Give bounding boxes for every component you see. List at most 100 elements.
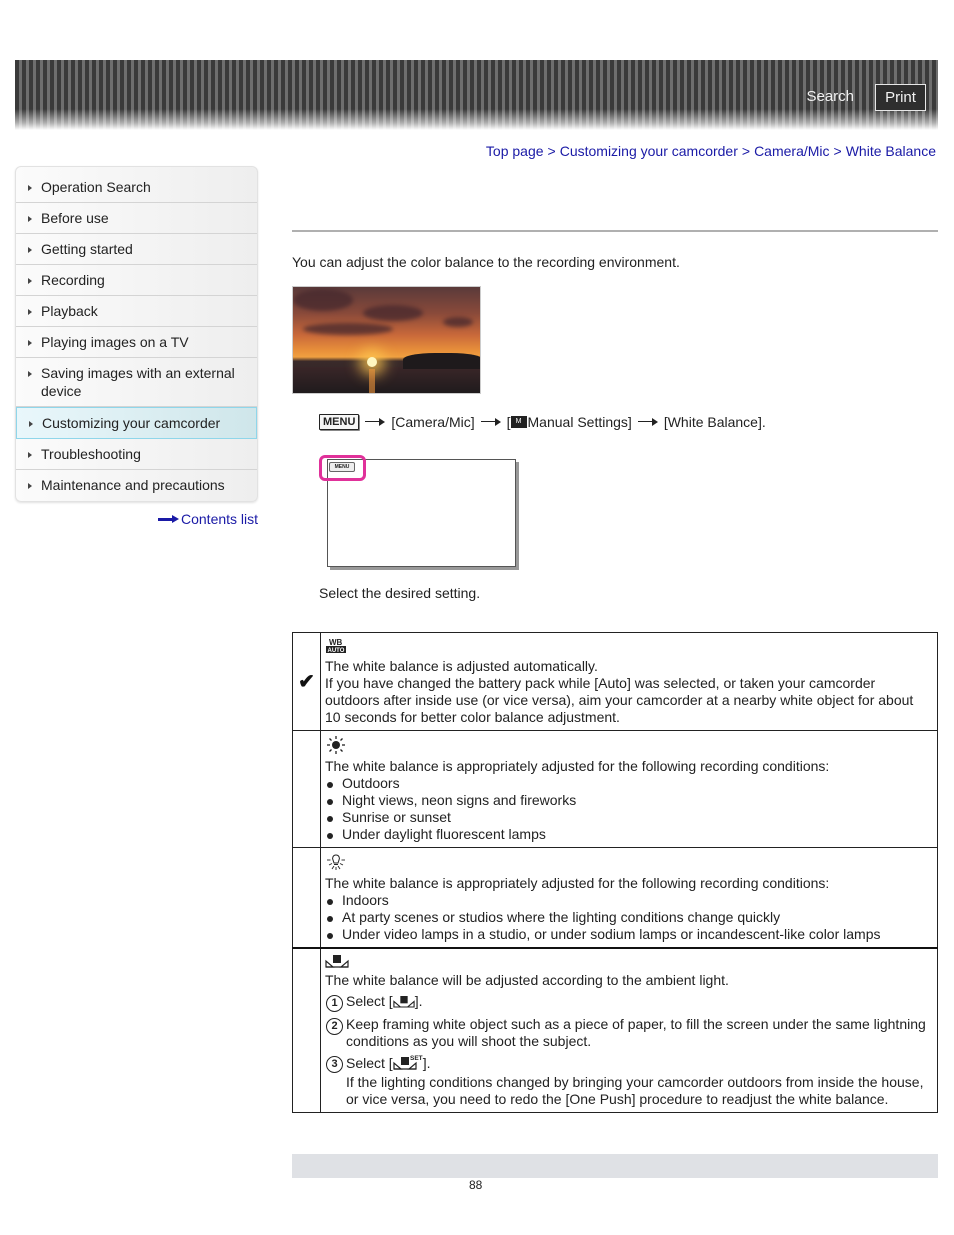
step-number-icon: 2 <box>326 1018 343 1035</box>
cloud-shape <box>363 305 423 321</box>
triangle-right-icon <box>28 483 32 489</box>
sidebar-item-saving-images[interactable]: Saving images with an external device <box>16 358 257 407</box>
step-number-icon: 3 <box>326 1056 343 1073</box>
sidebar-item-playing-images-tv[interactable]: Playing images on a TV <box>16 327 257 358</box>
step-text: ]. <box>422 1055 431 1071</box>
sidebar-item-operation-search[interactable]: Operation Search <box>16 167 257 203</box>
lcd-screen-diagram: MENU <box>319 455 519 570</box>
triangle-right-icon <box>28 371 32 377</box>
sea-shape <box>293 367 480 393</box>
condition-item: Under daylight fluorescent lamps <box>325 826 931 843</box>
setting-note: If you have changed the battery pack whi… <box>325 675 914 725</box>
setting-content: The white balance is appropriately adjus… <box>320 847 938 949</box>
selected-mark-cell <box>292 847 321 949</box>
svg-text:WB: WB <box>329 638 343 647</box>
breadcrumb-separator: > <box>547 143 556 159</box>
indoor-bulb-icon <box>325 853 347 871</box>
select-instruction: Select the desired setting. <box>319 585 481 601</box>
contents-list-link[interactable]: Contents list <box>158 511 258 527</box>
page-header: Search Print <box>15 60 938 130</box>
island-silhouette <box>403 353 480 369</box>
one-push-set-icon: SET <box>393 1054 423 1074</box>
breadcrumb-separator: > <box>741 143 751 159</box>
svg-text:SET: SET <box>410 1055 423 1062</box>
breadcrumb-separator: > <box>833 143 842 159</box>
menu-button-icon: MENU <box>319 414 360 430</box>
title-divider <box>292 230 938 232</box>
arrow-right-icon <box>637 418 658 426</box>
step-text: Keep framing white object such as a piec… <box>346 1016 926 1049</box>
arrow-right-icon <box>365 418 386 426</box>
print-button[interactable]: Print <box>875 84 926 111</box>
sidebar-item-playback[interactable]: Playback <box>16 296 257 327</box>
intro-text: You can adjust the color balance to the … <box>292 254 680 270</box>
setting-content: The white balance will be adjusted accor… <box>320 947 938 1113</box>
sidebar-item-customizing[interactable]: Customizing your camcorder <box>16 407 257 439</box>
triangle-right-icon <box>28 452 32 458</box>
breadcrumb-white-balance[interactable]: White Balance <box>846 143 936 159</box>
manual-settings-icon: M <box>510 416 527 428</box>
sidebar-item-label: Customizing your camcorder <box>42 415 221 431</box>
condition-item: Outdoors <box>325 775 931 792</box>
sun-shape <box>367 357 377 367</box>
breadcrumb-customizing[interactable]: Customizing your camcorder <box>560 143 738 159</box>
one-push-icon <box>325 954 349 968</box>
triangle-right-icon <box>28 185 32 191</box>
triangle-right-icon <box>28 247 32 253</box>
footer-bar <box>292 1154 938 1178</box>
setting-description: The white balance is appropriately adjus… <box>325 758 830 774</box>
condition-item: Under video lamps in a studio, or under … <box>325 926 931 943</box>
triangle-right-icon <box>28 278 32 284</box>
condition-item: Night views, neon signs and fireworks <box>325 792 931 809</box>
arrow-right-icon <box>158 514 180 524</box>
conditions-list: Outdoors Night views, neon signs and fir… <box>325 775 931 843</box>
breadcrumb-top-page[interactable]: Top page <box>486 143 544 159</box>
page-number: 88 <box>469 1178 483 1192</box>
procedure-step-3: 3 Select [ SET]. If the lighting conditio… <box>325 1054 931 1108</box>
setting-row-one-push: The white balance will be adjusted accor… <box>292 947 938 1113</box>
outdoor-sun-icon <box>325 736 347 754</box>
sun-reflection <box>369 369 375 393</box>
sidebar-item-maintenance[interactable]: Maintenance and precautions <box>16 470 257 501</box>
step-text: ]. <box>414 993 423 1009</box>
cloud-shape <box>303 323 393 335</box>
menu-path-manual-settings: Manual Settings] <box>527 414 632 430</box>
menu-path-instruction: MENU [Camera/Mic] [ M Manual Settings] [… <box>319 414 766 430</box>
step-text: Select [ <box>346 1055 393 1071</box>
sidebar-item-recording[interactable]: Recording <box>16 265 257 296</box>
wb-auto-icon: WB AUTO <box>325 638 347 654</box>
procedure-step-1: 1 Select []. <box>325 993 931 1012</box>
setting-row-auto: ✔ WB AUTO The white balance is adjusted … <box>292 632 938 731</box>
search-link[interactable]: Search <box>806 88 854 105</box>
setting-row-outdoor: The white balance is appropriately adjus… <box>292 730 938 848</box>
sidebar-item-label: Operation Search <box>41 179 151 195</box>
cloud-shape <box>293 289 353 311</box>
sidebar-item-label: Troubleshooting <box>41 446 141 462</box>
selected-mark-cell: ✔ <box>292 632 321 731</box>
selected-mark-cell <box>292 730 321 848</box>
sunset-photo <box>292 286 481 394</box>
sidebar-item-getting-started[interactable]: Getting started <box>16 234 257 265</box>
triangle-right-icon <box>28 216 32 222</box>
sidebar-item-label: Saving images with an external device <box>41 365 235 399</box>
breadcrumb: Top page > Customizing your camcorder > Came… <box>486 143 936 159</box>
one-push-icon <box>393 995 415 1012</box>
setting-description: The white balance will be adjusted accor… <box>325 972 729 988</box>
sidebar-item-label: Recording <box>41 272 105 288</box>
svg-text:AUTO: AUTO <box>328 648 345 654</box>
sidebar-item-before-use[interactable]: Before use <box>16 203 257 234</box>
setting-note: If the lighting conditions changed by br… <box>346 1074 924 1107</box>
sidebar-item-troubleshooting[interactable]: Troubleshooting <box>16 439 257 470</box>
condition-item: Sunrise or sunset <box>325 809 931 826</box>
condition-item: At party scenes or studios where the lig… <box>325 909 931 926</box>
setting-content: WB AUTO The white balance is adjusted au… <box>320 632 938 731</box>
sidebar-item-label: Playback <box>41 303 98 319</box>
sidebar-item-label: Maintenance and precautions <box>41 477 225 493</box>
step-number-icon: 1 <box>326 995 343 1012</box>
menu-highlight-ring <box>319 455 366 481</box>
procedure-step-2: 2 Keep framing white object such as a pi… <box>325 1016 931 1050</box>
triangle-right-icon <box>28 309 32 315</box>
breadcrumb-camera-mic[interactable]: Camera/Mic <box>754 143 829 159</box>
triangle-right-icon <box>29 421 33 427</box>
setting-description: The white balance is adjusted automatica… <box>325 658 598 674</box>
